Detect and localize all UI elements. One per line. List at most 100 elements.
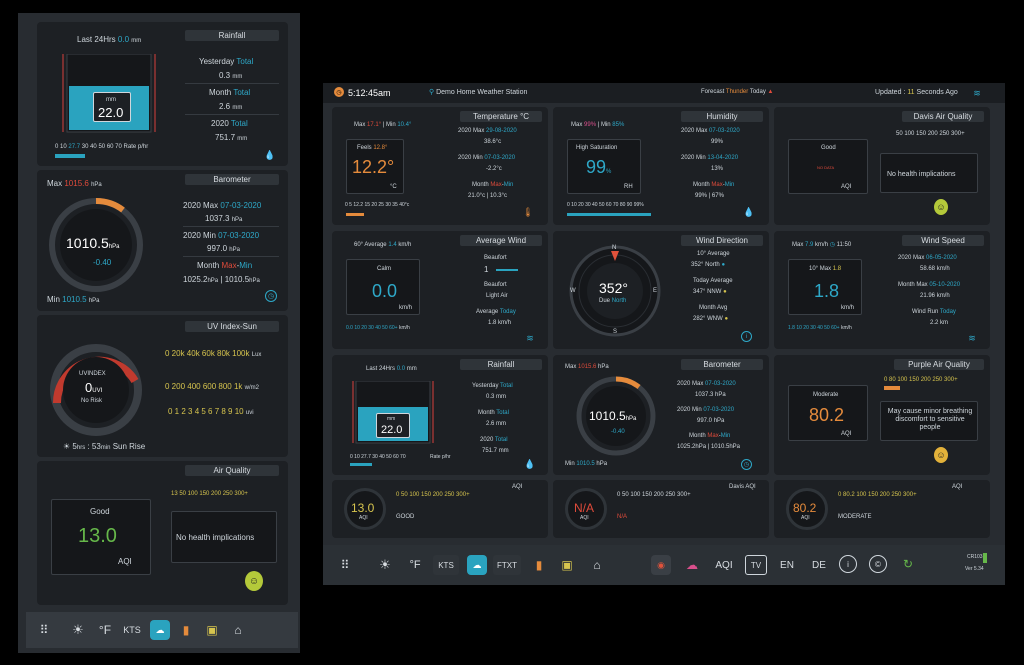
chart-icon[interactable]: ▮ [176,620,196,640]
baro-year-max-label: 2020 Max 07-03-2020 [183,201,262,210]
house-icon[interactable]: ⌂ [228,620,248,640]
kts-button[interactable]: KTS [433,555,459,575]
air-quality-card: Air Quality Good 13.0 AQI 13 50 100 150 … [37,461,288,605]
uv-rad-scale: 0 200 400 600 800 1k w/m2 [165,382,259,392]
rain-month-desktop: Month Total [478,410,509,416]
rain-month-value: 2.6 mm [219,102,243,112]
language-de-button[interactable]: DE [807,555,831,575]
rainfall-title: Rainfall [185,30,279,41]
wind-run-label: Wind Run Today [912,309,956,315]
apps-icon[interactable]: ⠿ [335,555,355,575]
rainfall-card-desktop: Rainfall Last 24Hrs 0.0 mm mm 22.0 0 10 … [332,355,548,475]
compass-e: E [653,288,658,294]
air-value: 13.0 [78,525,117,547]
davis-air-card: Davis Air Quality 50 100 150 200 250 300… [774,107,990,225]
weather-icon[interactable]: ☁ [150,620,170,640]
wind-today-value: 347° NNW ● [693,289,727,295]
humidity-year-min-value: 13% [711,166,724,172]
barometer-title: Barometer [185,174,279,185]
mini-aqi-scale: 0 50 100 150 200 250 300+ [396,492,470,498]
davis-air-unit: AQI [841,184,852,190]
info-icon[interactable]: i [741,331,752,342]
wind-year-max-label: 2020 Max 06-05-2020 [898,255,957,261]
divider [185,114,279,115]
air-unit: AQI [118,557,132,566]
header-updated: Updated : 11 Seconds Ago [875,89,958,96]
fahrenheit-button[interactable]: °F [94,620,116,640]
purple-air-unit: AQI [841,431,852,437]
language-en-button[interactable]: EN [775,555,799,575]
humidity-year-min-label: 2020 Min 13-04-2020 [681,155,739,161]
house-icon[interactable]: ⌂ [587,555,607,575]
calendar-icon[interactable]: ▣ [202,620,222,640]
rain-rate-bar-desktop [350,463,372,466]
temp-year-max-value: 38.6°c [484,139,502,145]
temp-year-min-value: -2.2°c [486,166,502,172]
calendar-icon[interactable]: ▣ [557,555,577,575]
wind-avg10-label: 10° Average [697,251,730,257]
rain-yesterday-label: Yesterday Total [199,57,254,66]
temp-feels: Feels 12.8° [357,145,388,151]
baro-year-max-value: 1037.3 hPa [205,214,243,224]
baro-value: 1010.5hPa [66,235,120,251]
wind-avg10-value: 352° North ● [691,262,726,268]
mini-aqi-value: 13.0 [351,501,375,515]
tv-button[interactable]: TV [745,555,767,575]
sun-icon[interactable]: ☀ [375,555,395,575]
weather-icon[interactable]: ☁ [467,555,487,575]
temp-gauge: Feels 12.8° 12.2° °C [346,139,404,194]
baro-trend: -0.40 [93,258,112,267]
mini-aqi-title: AQI [512,484,523,490]
webcam-icon[interactable]: ◉ [651,555,671,575]
baro-year-max-value-desktop: 1037.3 hPa [695,392,726,398]
fahrenheit-button[interactable]: °F [403,555,427,575]
rain-scale-label-desktop: Rate p/hr [430,454,451,460]
temp-value: 12.2° [352,157,395,177]
baro-month-value-desktop: 1025.2hPa | 1010.5hPa [677,444,740,450]
mini-davis-aqi-value: N/A [574,501,595,515]
humidity-value: 99% [586,157,612,177]
thermometer-icon: 🌡 [522,206,534,217]
wind-speed-unit: km/h [841,305,855,311]
wind-speed-max: Max 7.9 km/h ◷ 11:50 [792,242,852,248]
temperature-title: Temperature °C [460,111,542,122]
humidity-scale: 0 10 20 30 40 50 60 70 80 90 99% [567,202,644,208]
avg-wind-scale: 0.0 10 20 30 40 50 60+ km/h [346,325,410,331]
purple-air-message-box: May cause minor breathing discomfort to … [880,401,978,441]
mini-purple-aqi-card: AQI 80.2 AQI 0 80.2 100 150 200 250 300+… [774,480,990,538]
baro-month-value: 1025.2hPa | 1010.5hPa [183,275,260,285]
ftxt-button[interactable]: FTXT [493,555,521,575]
apps-icon[interactable]: ⠿ [34,620,54,640]
info-icon[interactable]: i [839,555,857,573]
wind-today-label: Today Average [693,278,733,284]
mini-aqi-card: AQI 13.0 AQI 0 50 100 150 200 250 300+ G… [332,480,548,538]
refresh-icon[interactable]: ↻ [899,555,917,573]
rainfall-card: Last 24Hrs 0.0 mm mm 22.0 0 10 27.7 30 4… [37,22,288,166]
aqi-button[interactable]: AQI [711,555,737,575]
copyright-icon[interactable]: © [869,555,887,573]
air-scale: 13 50 100 150 200 250 300+ [171,491,248,497]
mini-davis-aqi-status: N/A [617,514,628,520]
chart-icon[interactable]: ▮ [529,555,549,575]
cloud-icon[interactable]: ☁ [681,555,703,575]
wind-direction-title: Wind Direction [681,235,763,246]
screenshot-stage: Last 24Hrs 0.0 mm mm 22.0 0 10 27.7 30 4… [0,0,1024,665]
rain-year-label: 2020 Total [211,119,248,128]
top-bar: ◷ 5:12:45am ⚲ Demo Home Weather Station … [323,83,1005,103]
sun-icon[interactable]: ☀ [68,620,88,640]
avg-wind-today-value: 1.8 km/h [488,320,512,326]
kts-button[interactable]: KTS [120,620,144,640]
purple-air-title: Purple Air Quality [894,359,984,370]
mini-davis-aqi-title: Davis AQI [729,484,756,490]
humidity-unit: RH [624,184,633,190]
divider [183,226,279,227]
mobile-toolbar: ⠿ ☀ °F KTS ☁ ▮ ▣ ⌂ [26,612,298,648]
uv-sunrise: ☀ 5hrs : 53min Sun Rise [63,442,146,452]
divider [185,83,279,84]
uv-card: UV Index-Sun UVINDEX 0UVI No Risk ☀ 5hrs… [37,315,288,457]
mini-aqi-status: GOOD [396,514,415,520]
uv-solar-scale: 0 20k 40k 60k 80k 100k Lux [165,349,262,359]
rain-yesterday-value: 0.3 mm [219,71,243,81]
desktop-dashboard: ◷ 5:12:45am ⚲ Demo Home Weather Station … [323,83,1005,585]
rain-rate-bar [55,154,85,158]
